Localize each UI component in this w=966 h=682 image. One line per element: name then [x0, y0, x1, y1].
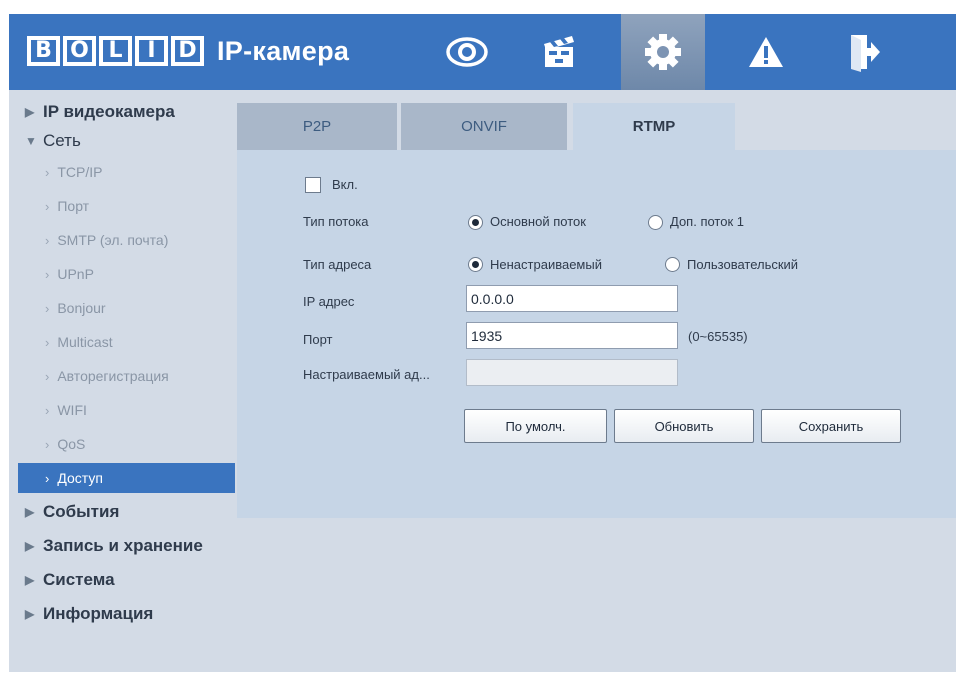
address-custom-label: Пользовательский — [687, 257, 799, 272]
sidebar-item-label: WIFI — [57, 402, 87, 418]
nav-settings[interactable] — [621, 14, 705, 90]
chevron-right-icon: › — [45, 402, 50, 418]
tab-rtmp[interactable]: RTMP — [573, 103, 735, 150]
sidebar-item-port[interactable]: › Порт — [9, 189, 235, 223]
sidebar-cat-ip-camera[interactable]: ▶ IP видеокамера — [9, 97, 235, 127]
tab-p2p[interactable]: P2P — [237, 103, 397, 150]
eye-icon — [446, 37, 488, 67]
chevron-right-icon: › — [45, 164, 50, 180]
sidebar-item-smtp[interactable]: › SMTP (эл. почта) — [9, 223, 235, 257]
stream-sub-radio[interactable] — [648, 215, 663, 230]
chevron-right-icon: › — [45, 300, 50, 316]
port-input[interactable]: 1935 — [466, 322, 678, 349]
sidebar-item-label: TCP/IP — [57, 164, 103, 180]
logo-letter: L — [99, 36, 132, 66]
sidebar-cat-storage[interactable]: ▶ Запись и хранение — [9, 529, 235, 563]
sidebar-cat-label: Информация — [43, 604, 154, 623]
logout-icon — [851, 35, 880, 72]
sidebar-cat-label: IP видеокамера — [43, 102, 175, 121]
sidebar-item-upnp[interactable]: › UPnP — [9, 257, 235, 291]
sidebar-cat-network[interactable]: ▼ Сеть — [9, 127, 235, 155]
sidebar-item-access[interactable]: › Доступ — [18, 463, 235, 493]
default-button[interactable]: По умолч. — [464, 409, 607, 443]
sidebar-cat-label: Запись и хранение — [43, 536, 203, 555]
sidebar-item-label: Порт — [57, 198, 90, 214]
triangle-right-icon: ▶ — [25, 539, 35, 553]
logo: B O L I D IP-камера — [27, 31, 349, 71]
warning-icon — [749, 37, 783, 67]
address-type-label: Тип адреса — [303, 257, 372, 272]
port-range-hint: (0~65535) — [688, 329, 748, 344]
logo-letter: B — [27, 36, 60, 66]
stream-sub-label: Доп. поток 1 — [670, 214, 744, 229]
triangle-right-icon: ▶ — [25, 573, 35, 587]
sidebar-cat-events[interactable]: ▶ События — [9, 495, 235, 529]
chevron-right-icon: › — [45, 232, 50, 248]
nav-logout[interactable] — [823, 14, 907, 90]
logo-letter: O — [63, 36, 96, 66]
nav-live-view[interactable] — [425, 14, 509, 90]
stream-type-label: Тип потока — [303, 214, 369, 229]
stream-main-label: Основной поток — [490, 214, 586, 229]
nav-alarm[interactable] — [724, 14, 808, 90]
enable-label: Вкл. — [332, 177, 358, 192]
triangle-down-icon: ▼ — [25, 134, 37, 148]
top-header: B O L I D IP-камера — [9, 14, 956, 90]
save-button[interactable]: Сохранить — [761, 409, 901, 443]
chevron-right-icon: › — [45, 266, 50, 282]
product-title: IP-камера — [217, 35, 350, 66]
sidebar-item-label: Bonjour — [57, 300, 106, 316]
sidebar-item-tcpip[interactable]: › TCP/IP — [9, 155, 235, 189]
ip-address-label: IP адрес — [303, 294, 355, 309]
rtmp-settings-panel: Вкл. Тип потока Основной поток Доп. пото… — [237, 150, 956, 518]
sidebar-item-autoregistration[interactable]: › Авторегистрация — [9, 359, 235, 393]
sidebar-cat-label: Сеть — [43, 131, 81, 150]
port-label: Порт — [303, 332, 333, 347]
custom-address-input[interactable] — [466, 359, 678, 386]
address-fixed-label: Ненастраиваемый — [490, 257, 602, 272]
sidebar-item-label: SMTP (эл. почта) — [57, 232, 169, 248]
tab-bar: P2P ONVIF RTMP — [237, 103, 956, 150]
sidebar-cat-info[interactable]: ▶ Информация — [9, 597, 235, 631]
clapperboard-icon — [544, 36, 574, 67]
sidebar-item-qos[interactable]: › QoS — [9, 427, 235, 461]
refresh-button[interactable]: Обновить — [614, 409, 754, 443]
chevron-right-icon: › — [45, 198, 50, 214]
bolid-logo: B O L I D — [27, 34, 207, 68]
chevron-right-icon: › — [45, 436, 50, 452]
sidebar-item-label: Доступ — [57, 470, 103, 486]
sidebar-item-multicast[interactable]: › Multicast — [9, 325, 235, 359]
address-fixed-radio[interactable] — [468, 257, 483, 272]
sidebar-item-wifi[interactable]: › WIFI — [9, 393, 235, 427]
triangle-right-icon: ▶ — [25, 505, 35, 519]
ip-address-input[interactable]: 0.0.0.0 — [466, 285, 678, 312]
sidebar-item-label: UPnP — [57, 266, 94, 282]
sidebar-item-label: QoS — [57, 436, 86, 452]
chevron-right-icon: › — [45, 334, 50, 350]
stream-main-radio[interactable] — [468, 215, 483, 230]
chevron-right-icon: › — [45, 470, 50, 486]
gear-icon — [645, 34, 681, 70]
triangle-right-icon: ▶ — [25, 105, 35, 119]
address-custom-radio[interactable] — [665, 257, 680, 272]
sidebar-item-label: Multicast — [57, 334, 113, 350]
custom-address-label: Настраиваемый ад... — [303, 367, 430, 382]
logo-letter: I — [135, 36, 168, 66]
sidebar-item-label: Авторегистрация — [57, 368, 169, 384]
nav-playback[interactable] — [517, 14, 601, 90]
logo-letter: D — [171, 36, 204, 66]
tab-onvif[interactable]: ONVIF — [401, 103, 567, 150]
sidebar-item-bonjour[interactable]: › Bonjour — [9, 291, 235, 325]
enable-checkbox[interactable] — [305, 177, 321, 193]
triangle-right-icon: ▶ — [25, 607, 35, 621]
sidebar-cat-label: Система — [43, 570, 115, 589]
sidebar: ▶ IP видеокамера ▼ Сеть › TCP/IP › Порт › S… — [9, 97, 235, 631]
sidebar-cat-label: События — [43, 502, 120, 521]
sidebar-cat-system[interactable]: ▶ Система — [9, 563, 235, 597]
chevron-right-icon: › — [45, 368, 50, 384]
